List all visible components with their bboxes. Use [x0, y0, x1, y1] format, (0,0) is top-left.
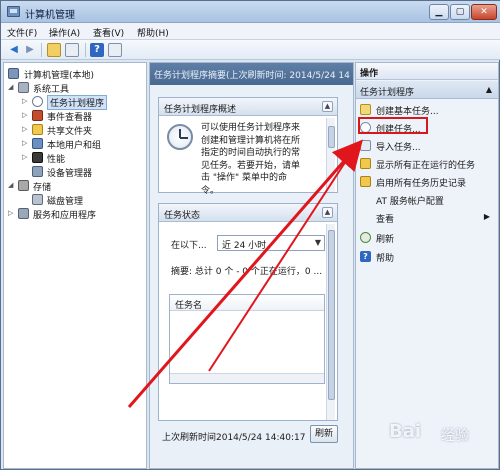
- shared-folder-icon: [32, 124, 43, 135]
- submenu-arrow-icon: ▶: [483, 212, 490, 221]
- action-import-task[interactable]: 导入任务...: [356, 137, 498, 154]
- overview-title[interactable]: 任务计划程序概述 ▲: [159, 98, 337, 116]
- summary-header: 任务计划程序摘要(上次刷新时间: 2014/5/24 14: [150, 63, 353, 85]
- running-tasks-icon: [360, 158, 371, 169]
- baidu-watermark-sub: 经验: [441, 428, 469, 444]
- action-enable-history[interactable]: 启用所有任务历史记录: [356, 173, 498, 190]
- services-icon: [18, 208, 29, 219]
- menu-help[interactable]: 帮助(H): [137, 26, 169, 39]
- overview-text: 可以使用任务计划程序来 创建和管理计算机将在所 指定的时间自动执行的常 见任务。…: [201, 123, 301, 196]
- toolbar: ◀ ▶ ?: [1, 40, 500, 60]
- tree-label: 事件查看器: [47, 113, 93, 123]
- menu-view[interactable]: 查看(V): [93, 26, 124, 39]
- basic-task-icon: [360, 104, 371, 115]
- disk-icon: [32, 194, 43, 205]
- tree-label: 服务和应用程序: [33, 211, 97, 221]
- expand-arrow-icon[interactable]: ▷: [22, 111, 30, 119]
- window-title: 计算机管理: [25, 10, 75, 21]
- clock-icon: [32, 96, 43, 107]
- collapse-arrow-icon[interactable]: ▲: [486, 85, 492, 94]
- collapse-icon[interactable]: ▲: [322, 207, 333, 218]
- tree-label: 性能: [47, 155, 66, 165]
- toolbar-separator: [85, 43, 86, 57]
- back-icon[interactable]: ◀: [7, 43, 21, 57]
- tree-label: 本地用户和组: [47, 141, 102, 151]
- storage-icon: [18, 180, 29, 191]
- device-manager-icon: [32, 166, 43, 177]
- expand-arrow-icon[interactable]: ▷: [22, 139, 30, 147]
- expand-arrow-icon[interactable]: ▷: [8, 209, 16, 217]
- tree-label: 磁盘管理: [47, 197, 84, 207]
- close-button[interactable]: ✕: [471, 4, 497, 20]
- scroll-thumb[interactable]: [328, 230, 335, 400]
- range-label: 在以下...: [171, 241, 207, 251]
- task-status-section: 任务状态 ▲ 在以下... 近 24 小时 ▼ 摘要: 总计 0 个 - 0 个…: [158, 203, 338, 421]
- event-viewer-icon: [32, 110, 43, 121]
- expand-arrow-icon[interactable]: ▷: [22, 153, 30, 161]
- overview-section: 任务计划程序概述 ▲ 可以使用任务计划程序来 创建和管理计算机将在所 指定的时间…: [158, 97, 338, 196]
- tree-label: 系统工具: [33, 85, 70, 95]
- action-view[interactable]: 查看 ▶: [356, 209, 498, 226]
- computer-management-icon: [7, 6, 20, 17]
- baidu-watermark-logo: Bai: [389, 421, 422, 442]
- horizontal-scrollbar[interactable]: [170, 373, 324, 383]
- overview-scrollbar[interactable]: [326, 118, 335, 192]
- computer-management-window: 计算机管理 ▁ ▢ ✕ 文件(F) 操作(A) 查看(V) 帮助(H) ◀ ▶ …: [0, 0, 500, 470]
- action-refresh[interactable]: 刷新: [356, 229, 498, 246]
- action-help[interactable]: ? 帮助: [356, 248, 498, 265]
- minimize-button[interactable]: ▁: [429, 4, 449, 20]
- toolbar-separator: [41, 43, 42, 57]
- task-status-title[interactable]: 任务状态 ▲: [159, 204, 337, 222]
- clock-icon: [167, 124, 193, 150]
- menu-action[interactable]: 操作(A): [49, 26, 80, 39]
- console-icon[interactable]: [108, 43, 122, 57]
- forward-icon[interactable]: ▶: [23, 43, 37, 57]
- help-icon[interactable]: ?: [90, 43, 104, 57]
- action-create-basic-task[interactable]: 创建基本任务...: [356, 101, 498, 118]
- last-refresh-time: 上次刷新时间2014/5/24 14:40:17: [162, 433, 306, 443]
- menu-bar: 文件(F) 操作(A) 查看(V) 帮助(H): [1, 23, 500, 40]
- highlight-box: [358, 117, 428, 134]
- users-icon: [32, 138, 43, 149]
- time-range-select[interactable]: 近 24 小时 ▼: [217, 235, 325, 251]
- tree-label: 任务计划程序: [47, 95, 108, 110]
- actions-header: 操作: [356, 63, 498, 80]
- up-folder-icon[interactable]: [47, 43, 61, 57]
- task-list[interactable]: 任务名: [169, 294, 325, 384]
- import-icon: [360, 140, 371, 151]
- computer-icon: [8, 68, 19, 79]
- tree-label: 存储: [33, 183, 52, 193]
- refresh-icon: [360, 232, 371, 243]
- title-bar: 计算机管理 ▁ ▢ ✕: [1, 1, 500, 23]
- actions-subheader[interactable]: 任务计划程序 ▲: [356, 81, 498, 99]
- navigation-tree: 计算机管理(本地) ◢ 系统工具 ▷ 任务计划程序 ▷ 事件查看器 ▷ 共享文件…: [3, 62, 147, 469]
- help-icon: ?: [360, 251, 371, 262]
- refresh-button[interactable]: 刷新: [310, 425, 338, 443]
- tools-icon: [18, 82, 29, 93]
- select-value: 近 24 小时: [222, 241, 267, 251]
- dropdown-arrow-icon: ▼: [314, 238, 321, 247]
- column-header-task-name[interactable]: 任务名: [170, 295, 324, 311]
- show-tree-icon[interactable]: [65, 43, 79, 57]
- section-title: 任务状态: [164, 211, 201, 221]
- history-icon: [360, 176, 371, 187]
- expand-arrow-icon[interactable]: ▷: [22, 97, 30, 105]
- action-show-running[interactable]: 显示所有正在运行的任务: [356, 155, 498, 172]
- section-title: 任务计划程序概述: [164, 105, 237, 115]
- collapse-arrow-icon[interactable]: ◢: [8, 181, 16, 189]
- collapse-arrow-icon[interactable]: ◢: [8, 83, 16, 91]
- action-at-service[interactable]: AT 服务帐户配置: [356, 191, 498, 208]
- expand-arrow-icon[interactable]: ▷: [22, 125, 30, 133]
- tree-label: 计算机管理(本地): [24, 71, 95, 81]
- summary-pane: 任务计划程序摘要(上次刷新时间: 2014/5/24 14 任务计划程序概述 ▲…: [149, 62, 354, 469]
- collapse-icon[interactable]: ▲: [322, 101, 333, 112]
- status-scrollbar[interactable]: [326, 224, 335, 420]
- status-summary: 摘要: 总计 0 个 - 0 个正在运行，0 ...: [171, 267, 323, 277]
- menu-file[interactable]: 文件(F): [7, 26, 37, 39]
- performance-icon: [32, 152, 43, 163]
- scroll-thumb[interactable]: [328, 126, 335, 148]
- tree-label: 共享文件夹: [47, 127, 93, 137]
- tree-label: 设备管理器: [47, 169, 93, 179]
- maximize-button[interactable]: ▢: [450, 4, 470, 20]
